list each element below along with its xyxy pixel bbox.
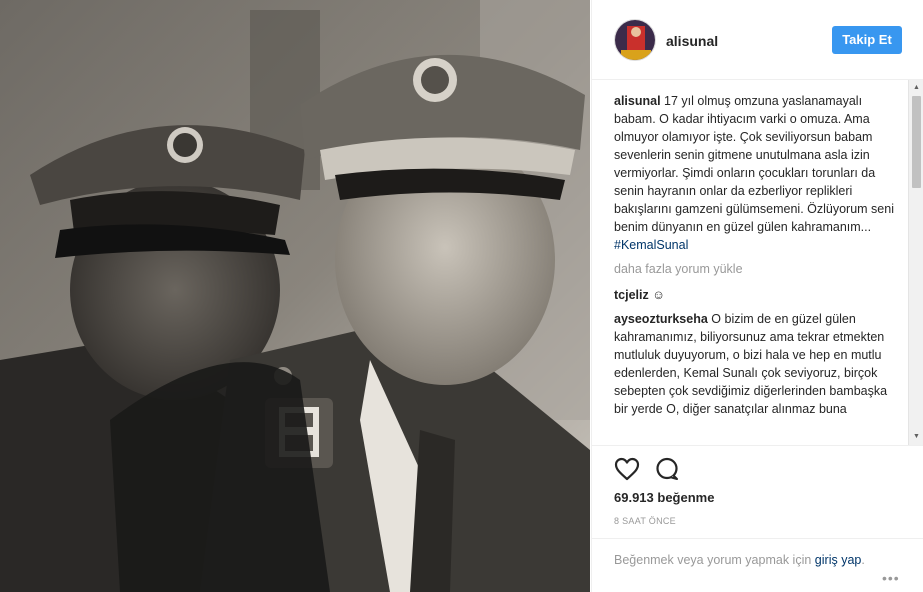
comment-username[interactable]: ayseozturkseha (614, 312, 708, 326)
follow-button[interactable]: Takip Et (832, 26, 902, 54)
login-prompt-text: Beğenmek veya yorum yapmak için (614, 553, 812, 567)
more-options-icon[interactable]: ••• (882, 570, 900, 586)
load-more-comments[interactable]: daha fazla yorum yükle (614, 260, 899, 278)
caption-hashtag[interactable]: #KemalSunal (614, 238, 688, 252)
caption-text: 17 yıl olmuş omzuna yaslanamayalı babam.… (614, 94, 894, 234)
avatar[interactable] (614, 19, 656, 61)
list-item: ayseozturkseha O bizim de en güzel gülen… (614, 310, 899, 418)
post-photo[interactable] (0, 0, 590, 592)
comments-scrollbar[interactable]: ▲ ▼ (908, 80, 923, 445)
list-item: tcjeliz ☺ (614, 286, 899, 304)
scroll-down-arrow-icon[interactable]: ▼ (909, 430, 923, 444)
scrollbar-thumb[interactable] (912, 96, 921, 188)
likes-count[interactable]: 69.913 beğenme (614, 490, 714, 505)
login-link[interactable]: giriş yap (815, 553, 862, 567)
login-prompt-suffix: . (861, 553, 865, 567)
heart-icon[interactable] (614, 457, 640, 481)
username-link[interactable]: alisunal (666, 33, 718, 49)
login-prompt: Beğenmek veya yorum yapmak için giriş ya… (614, 552, 874, 569)
post-header: alisunal Takip Et (592, 0, 923, 80)
comment-text: O bizim de en güzel gülen kahramanımız, … (614, 312, 888, 416)
photo-image (0, 0, 590, 592)
post-sidebar: alisunal Takip Et alisunal 17 yıl olmuş … (591, 0, 923, 592)
comment-icon[interactable] (654, 457, 680, 481)
caption: alisunal 17 yıl olmuş omzuna yaslanamaya… (614, 92, 899, 254)
caption-username[interactable]: alisunal (614, 94, 661, 108)
post-actions: 69.913 beğenme 8 SAAT ÖNCE (592, 445, 923, 551)
comments-list: alisunal 17 yıl olmuş omzuna yaslanamaya… (614, 92, 899, 442)
post-timestamp[interactable]: 8 SAAT ÖNCE (614, 516, 676, 526)
comment-username[interactable]: tcjeliz (614, 288, 649, 302)
comment-text: ☺ (652, 288, 665, 302)
scroll-up-arrow-icon[interactable]: ▲ (909, 81, 923, 95)
comment-login-bar: Beğenmek veya yorum yapmak için giriş ya… (592, 538, 923, 592)
